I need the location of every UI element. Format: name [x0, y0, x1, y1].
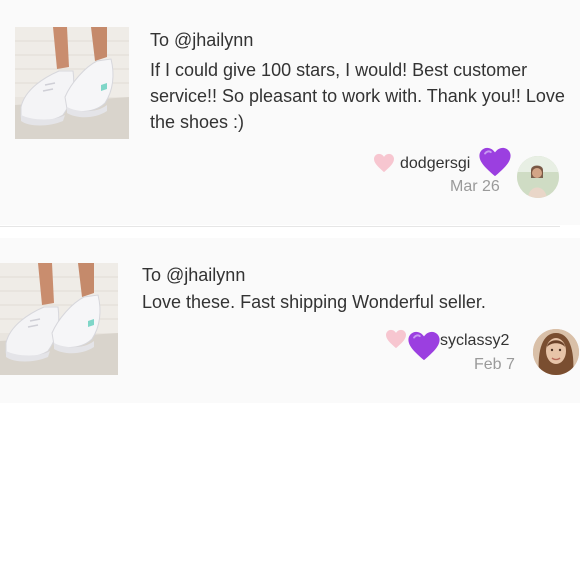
review-text: If I could give 100 stars, I would! Best… — [150, 60, 565, 132]
purple-heart-icon — [408, 331, 440, 361]
purple-heart-icon — [479, 147, 511, 177]
avatar-photo — [533, 329, 579, 375]
review-date: Mar 26 — [450, 178, 500, 195]
reviewer-username[interactable]: syclassy2 — [440, 332, 509, 350]
review-text: Love these. Fast shipping Wonderful sell… — [142, 292, 486, 312]
product-thumbnail[interactable] — [15, 27, 129, 139]
reviewer-avatar[interactable] — [517, 156, 559, 198]
review-card: To @jhailynn If I could give 100 stars, … — [0, 0, 580, 225]
review-card: To @jhailynn Love these. Fast shipping W… — [0, 238, 580, 403]
product-thumbnail[interactable] — [0, 263, 118, 375]
sneaker-photo — [0, 263, 118, 375]
like-heart-icon[interactable] — [385, 329, 407, 349]
recipient-label: To @jhailynn — [150, 30, 254, 50]
recipient-label: To @jhailynn — [142, 265, 246, 285]
reviewer-avatar[interactable] — [533, 329, 579, 375]
review-date: Feb 7 — [474, 356, 515, 373]
avatar-photo — [517, 156, 559, 198]
like-heart-icon[interactable] — [373, 153, 395, 173]
divider — [0, 226, 560, 227]
sneaker-photo — [15, 27, 129, 139]
reviewer-username[interactable]: dodgersgi — [400, 155, 482, 173]
